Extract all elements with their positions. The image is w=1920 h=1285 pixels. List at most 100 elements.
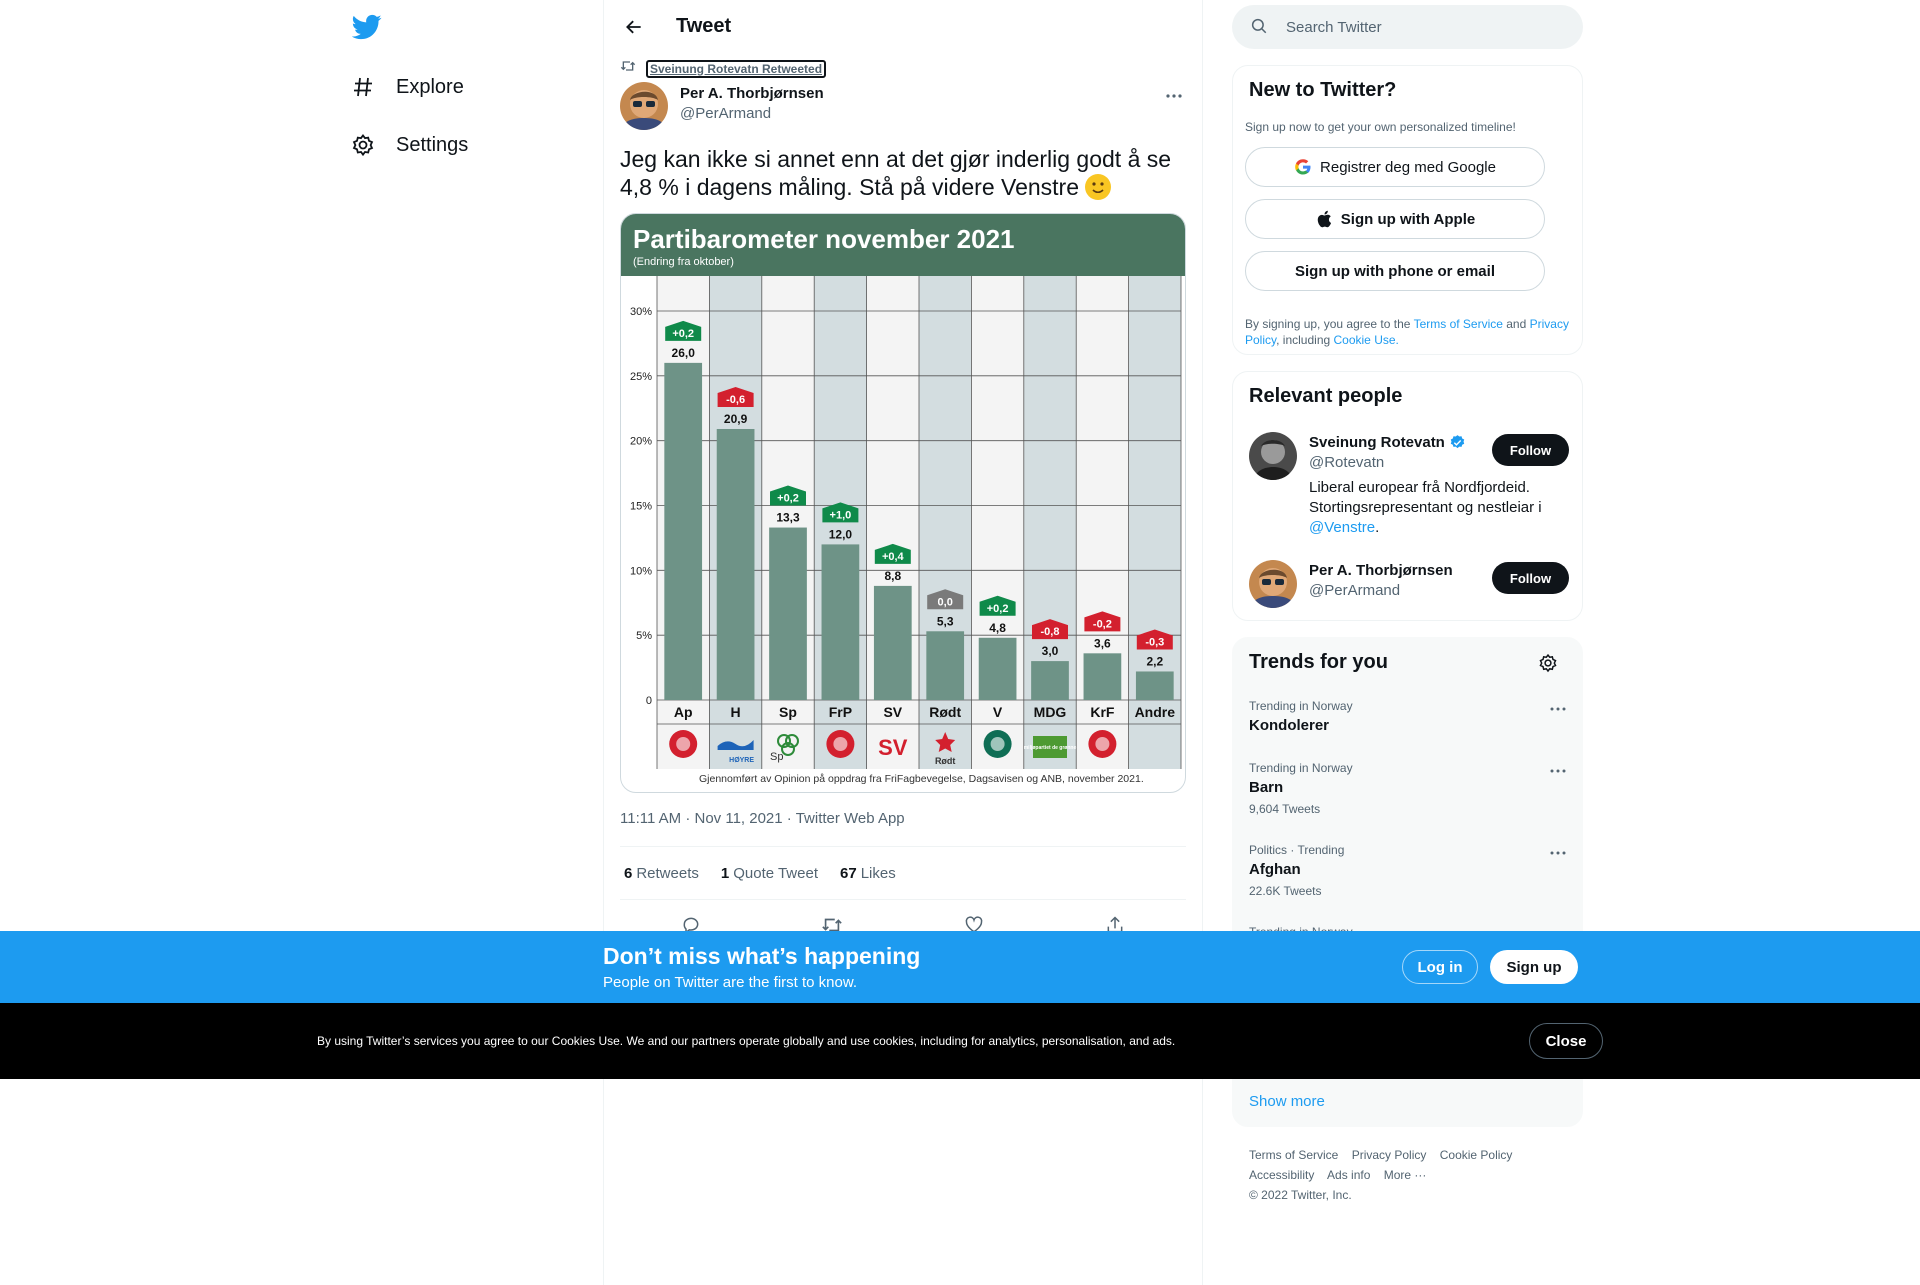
party-logo-icon-Ap (669, 730, 698, 758)
phone-signup-label: Sign up with phone or email (1294, 262, 1495, 280)
footer-links: Terms of Service Privacy Policy Cookie P… (1249, 1145, 1569, 1205)
chart-change-label: -0,6 (726, 394, 745, 406)
tweet-image[interactable]: Partibarometer november 2021 (Endring fr… (620, 213, 1186, 793)
footer-cookie-link[interactable]: Cookie Policy (1440, 1148, 1513, 1162)
likes-count[interactable]: 67 Likes (840, 865, 896, 882)
phone-email-signup-button[interactable]: Sign up with phone or email (1245, 251, 1545, 291)
terms-link[interactable]: Terms of Service (1414, 317, 1503, 331)
retweet-icon (620, 59, 636, 78)
person-item[interactable]: Sveinung Rotevatn @Rotevatn Liberal euro… (1249, 432, 1569, 542)
trends-settings-icon[interactable] (1538, 653, 1558, 678)
google-signup-button[interactable]: Registrer deg med Google (1245, 147, 1545, 187)
party-logo-icon-FrP (826, 730, 855, 758)
nav-explore[interactable]: Explore (350, 67, 464, 107)
author-avatar[interactable] (620, 82, 668, 130)
chart-value-label: 5,3 (937, 614, 954, 628)
author-name[interactable]: Per A. Thorbjørnsen (680, 85, 824, 102)
trend-more-icon[interactable] (1547, 845, 1569, 861)
more-options-icon[interactable] (1162, 86, 1186, 106)
quote-tweets-count[interactable]: 1 Quote Tweet (721, 865, 818, 882)
author-handle[interactable]: @PerArmand (680, 105, 771, 122)
apple-icon (1315, 210, 1333, 228)
signup-card: New to Twitter? Sign up now to get your … (1232, 65, 1583, 355)
party-logo-text: Sp (770, 751, 783, 763)
tweet-stats: 6 Retweets 1 Quote Tweet 67 Likes (620, 846, 1186, 900)
close-cookie-button[interactable]: Close (1529, 1023, 1603, 1059)
chart-ytick-label: 0 (646, 695, 652, 707)
chart-value-label: 20,9 (724, 412, 748, 426)
footer-more-link[interactable]: More ··· (1384, 1168, 1427, 1182)
party-logo-icon-V (983, 730, 1012, 758)
chart-value-label: 8,8 (884, 569, 901, 583)
person-bio: Liberal europear frå Nordfjordeid. Stort… (1309, 479, 1542, 536)
chart-category-label: SV (883, 704, 902, 720)
chart-value-label: 3,0 (1042, 644, 1059, 658)
trend-item[interactable]: Trending in Norway Barn 9,604 Tweets (1249, 761, 1569, 816)
retweets-count[interactable]: 6 Retweets (624, 865, 699, 882)
search-bar[interactable] (1232, 5, 1583, 49)
footer-privacy-link[interactable]: Privacy Policy (1352, 1148, 1427, 1162)
chart-subtitle: (Endring fra oktober) (633, 256, 734, 268)
chart-ytick-label: 30% (630, 306, 652, 318)
footer-accessibility-link[interactable]: Accessibility (1249, 1168, 1314, 1182)
chart-value-label: 2,2 (1146, 654, 1163, 668)
apple-signup-button[interactable]: Sign up with Apple (1245, 199, 1545, 239)
poll-chart: Partibarometer november 2021 (Endring fr… (621, 214, 1185, 785)
promo-title: Don’t miss what’s happening (603, 943, 921, 969)
venstre-mention-link[interactable]: @Venstre (1309, 519, 1375, 536)
person-name[interactable]: Per A. Thorbjørnsen (1309, 562, 1453, 579)
chart-bar-V (978, 637, 1017, 700)
footer-terms-link[interactable]: Terms of Service (1249, 1148, 1338, 1162)
footer-ads-link[interactable]: Ads info (1327, 1168, 1370, 1182)
chart-value-label: 4,8 (989, 621, 1006, 635)
chart-change-label: -0,3 (1145, 636, 1164, 648)
follow-button[interactable]: Follow (1492, 434, 1569, 466)
back-arrow-icon[interactable] (620, 13, 648, 41)
twitter-logo-icon[interactable] (351, 12, 382, 42)
chart-category-label: FrP (829, 704, 852, 720)
svg-text:SV: SV (878, 735, 908, 760)
tweet-timestamp[interactable]: 11:11 AM · Nov 11, 2021 · Twitter Web Ap… (620, 810, 905, 827)
trend-more-icon[interactable] (1547, 763, 1569, 779)
party-logo-text: miljøpartiet de grønne (1024, 745, 1077, 751)
person-avatar[interactable] (1249, 432, 1297, 480)
cookie-use-link[interactable]: Cookie Use. (1334, 333, 1399, 347)
chart-category-label: KrF (1090, 704, 1115, 720)
person-handle[interactable]: @Rotevatn (1309, 454, 1384, 471)
login-promo-bar: Don’t miss what’s happening People on Tw… (0, 931, 1920, 1003)
trend-item[interactable]: Politics · Trending Afghan 22.6K Tweets (1249, 843, 1569, 898)
chart-change-label: 0,0 (938, 596, 953, 608)
person-handle[interactable]: @PerArmand (1309, 582, 1400, 599)
trend-item[interactable]: Trending in Norway Kondolerer (1249, 699, 1569, 734)
chart-change-label: +1,0 (830, 509, 852, 521)
party-logo-text: HØYRE (729, 757, 754, 764)
chart-bar-SV (873, 585, 912, 700)
trend-count: 9,604 Tweets (1249, 802, 1321, 816)
person-name[interactable]: Sveinung Rotevatn (1309, 434, 1466, 451)
show-more-link[interactable]: Show more (1249, 1093, 1325, 1110)
party-logo-text: Rødt (935, 756, 956, 766)
chart-change-label: -0,8 (1041, 626, 1060, 638)
chart-category-label: Sp (779, 704, 797, 720)
person-avatar[interactable] (1249, 560, 1297, 608)
google-icon (1294, 158, 1312, 176)
follow-button[interactable]: Follow (1492, 562, 1569, 594)
login-button[interactable]: Log in (1402, 950, 1478, 984)
verified-badge-icon (1449, 434, 1466, 451)
signup-card-title: New to Twitter? (1249, 79, 1397, 101)
apple-signup-label: Sign up with Apple (1340, 210, 1476, 228)
search-input[interactable] (1286, 18, 1566, 36)
google-signup-label: Registrer deg med Google (1320, 158, 1496, 176)
trend-more-icon[interactable] (1547, 701, 1569, 717)
nav-explore-label: Explore (396, 75, 464, 98)
person-item[interactable]: Per A. Thorbjørnsen @PerArmand Follow (1249, 560, 1569, 610)
chart-ytick-label: 5% (636, 630, 652, 642)
page-title: Tweet (676, 15, 732, 37)
chart-change-label: +0,4 (882, 551, 905, 563)
chart-category-label: Ap (674, 704, 693, 720)
nav-settings[interactable]: Settings (350, 125, 468, 165)
search-icon (1250, 17, 1270, 37)
signup-button[interactable]: Sign up (1490, 950, 1578, 984)
chart-bar-Rødt (926, 631, 965, 700)
retweeted-by-link[interactable]: Sveinung Rotevatn Retweeted (646, 59, 827, 78)
